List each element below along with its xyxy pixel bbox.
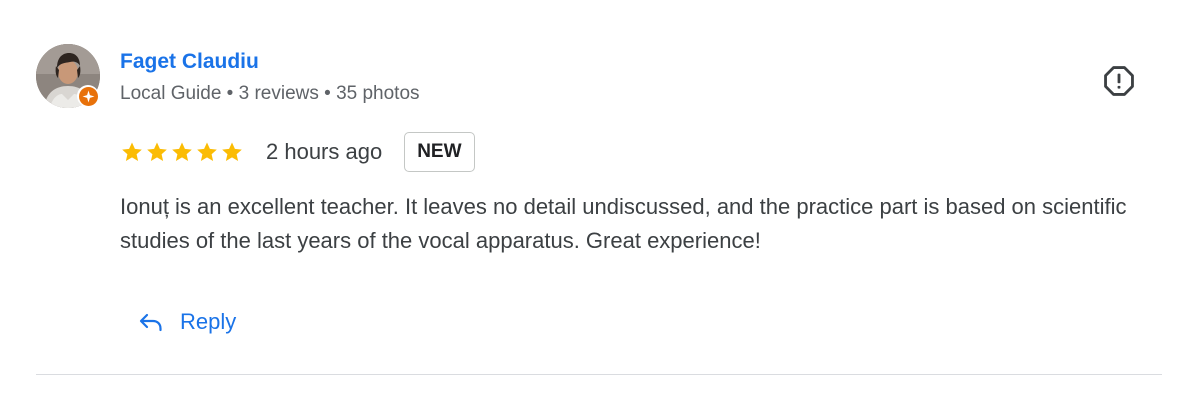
star-icon	[122, 142, 142, 161]
author-meta: Local Guide • 3 reviews • 35 photos	[120, 83, 420, 104]
report-button[interactable]	[1100, 62, 1138, 100]
star-icon	[197, 142, 217, 161]
reply-arrow-icon	[139, 313, 162, 332]
local-guide-star-icon	[82, 90, 94, 102]
review-card: Faget Claudiu Local Guide • 3 reviews • …	[0, 0, 1200, 407]
report-icon	[1104, 66, 1134, 96]
reply-button[interactable]: Reply	[124, 298, 250, 346]
star-icon	[172, 142, 192, 161]
star-rating	[120, 140, 244, 164]
review-time: 2 hours ago	[266, 139, 383, 164]
local-guide-badge	[77, 85, 99, 107]
review-text: Ionuț is an excellent teacher. It leaves…	[120, 194, 1127, 253]
author-name[interactable]: Faget Claudiu	[120, 49, 259, 75]
reply-label: Reply	[180, 309, 237, 334]
new-badge: NEW	[404, 132, 475, 172]
rating-row: 2 hours ago NEW	[120, 130, 475, 174]
star-icon	[222, 142, 242, 161]
divider	[36, 374, 1162, 375]
avatar[interactable]	[36, 44, 100, 108]
star-icon	[147, 142, 167, 161]
